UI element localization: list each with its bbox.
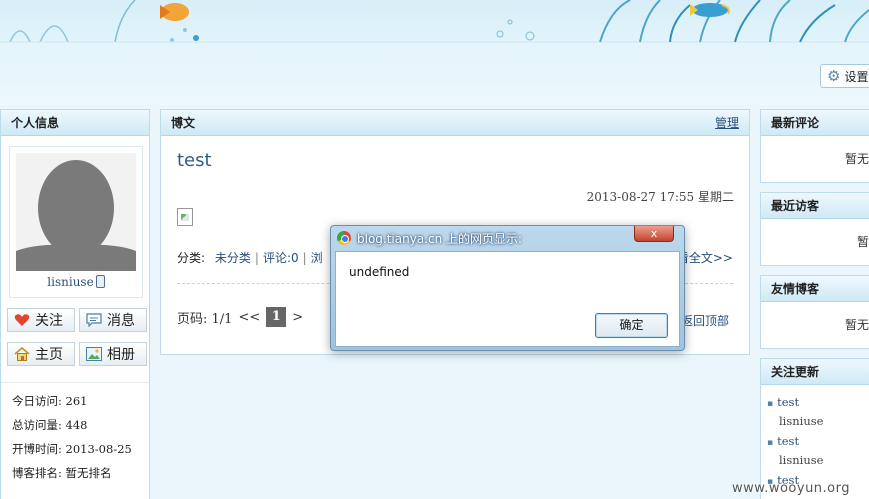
message-label: 消息 (107, 313, 135, 329)
friend-blogs-title: 友情博客 (761, 276, 869, 302)
list-item: test lisniuse (767, 434, 823, 467)
gear-icon: ⚙ (827, 66, 841, 85)
profile-panel-title: 个人信息 (1, 110, 149, 136)
mobile-icon (95, 275, 105, 288)
dialog-title: blog.tianya.cn 上的网页显示: (357, 232, 523, 246)
stat-rank: 博客排名: 暂无排名 (12, 466, 112, 480)
avatar-frame: lisniuse (9, 146, 143, 298)
follow-updates-panel: 关注更新 test lisniuse test lisniuse test (760, 358, 869, 499)
back-to-top-link[interactable]: 返回顶部 (681, 312, 729, 329)
album-button[interactable]: 相册 (79, 342, 147, 366)
settings-label: 设置 (844, 69, 869, 84)
follow-label: 关注 (35, 313, 63, 329)
blog-banner: ⚙ 设置 (0, 0, 869, 105)
follow-updates-title: 关注更新 (761, 359, 869, 385)
update-user-link[interactable]: lisniuse (767, 414, 823, 428)
default-avatar-icon (16, 153, 136, 271)
house-icon (14, 346, 30, 361)
latest-comments-empty: 暂无 (845, 152, 869, 166)
message-button[interactable]: 消息 (79, 308, 147, 332)
profile-panel: 个人信息 lisniuse 关注 消息 主页 相册 今日访问: 261 总访问量… (0, 109, 150, 499)
settings-button[interactable]: ⚙ 设置 (820, 64, 869, 88)
follow-updates-list: test lisniuse test lisniuse test (767, 395, 823, 493)
username-link[interactable]: lisniuse (47, 275, 93, 289)
blog-stats: 今日访问: 261 总访问量: 448 开博时间: 2013-08-25 博客排… (1, 382, 149, 485)
recent-visitors-empty: 暂 (857, 235, 869, 249)
latest-comments-panel: 最新评论 暂无 (760, 109, 869, 183)
update-user-link[interactable]: lisniuse (767, 453, 823, 467)
home-label: 主页 (35, 347, 63, 363)
pagination: 页码: 1/1 << 1 > (177, 307, 303, 327)
heart-icon (14, 313, 30, 327)
update-title-link[interactable]: test (767, 395, 823, 409)
recent-visitors-title: 最近访客 (761, 193, 869, 219)
latest-comments-title: 最新评论 (761, 110, 869, 136)
views-link[interactable]: 浏 (311, 251, 323, 265)
next-page-button[interactable]: > (292, 310, 303, 325)
prev-page-button[interactable]: << (238, 310, 260, 325)
avatar[interactable] (16, 153, 136, 271)
album-label: 相册 (107, 347, 135, 363)
update-title-link[interactable]: test (767, 434, 823, 448)
page-info: 页码: 1/1 (177, 311, 233, 327)
ok-button[interactable]: 确定 (595, 313, 668, 338)
dialog-body: undefined 确定 (335, 251, 680, 347)
alert-dialog: blog.tianya.cn 上的网页显示: x undefined 确定 (330, 225, 685, 351)
category-label: 分类: (177, 251, 206, 265)
blog-panel-title: 博文 (171, 116, 196, 130)
dialog-message: undefined (349, 265, 410, 279)
banner-decoration (0, 0, 869, 43)
read-full-link[interactable]: 看全文>> (677, 249, 733, 266)
post-meta: 分类: 未分类 | 评论:0 | 浏 (177, 251, 323, 265)
home-button[interactable]: 主页 (7, 342, 75, 366)
blog-panel-header: 博文 管理 (161, 110, 749, 136)
category-link[interactable]: 未分类 (215, 251, 251, 265)
watermark: www.wooyun.org (732, 481, 851, 496)
current-page[interactable]: 1 (266, 307, 287, 327)
broken-image-icon (177, 208, 193, 226)
manage-link[interactable]: 管理 (715, 110, 739, 136)
comments-link[interactable]: 评论:0 (263, 251, 299, 265)
chrome-icon (337, 231, 351, 245)
friend-blogs-empty: 暂无 (845, 318, 869, 332)
username-row: lisniuse (10, 275, 142, 289)
follow-button[interactable]: 关注 (7, 308, 75, 332)
recent-visitors-panel: 最近访客 暂 (760, 192, 869, 266)
post-title-link[interactable]: test (177, 150, 212, 171)
friend-blogs-panel: 友情博客 暂无 (760, 275, 869, 349)
stat-open-date: 开博时间: 2013-08-25 (12, 442, 132, 456)
post-date: 2013-08-27 17:55 星期二 (586, 190, 734, 204)
stat-total-visits: 总访问量: 448 (12, 418, 88, 432)
stat-today-visits: 今日访问: 261 (12, 394, 88, 408)
dialog-close-button[interactable]: x (634, 226, 674, 242)
list-item: test lisniuse (767, 395, 823, 428)
speech-bubble-icon (86, 313, 102, 328)
photo-album-icon (86, 347, 102, 361)
